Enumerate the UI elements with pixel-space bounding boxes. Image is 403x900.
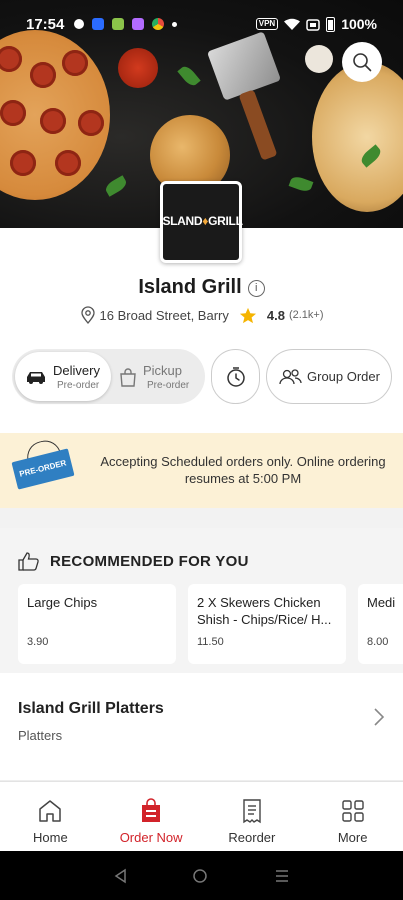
garlic-bread-image [312, 62, 403, 212]
delivery-label: Delivery [53, 362, 100, 378]
nav-order-now[interactable]: Order Now [101, 782, 202, 851]
receipt-icon [243, 799, 261, 824]
group-order-button[interactable]: Group Order [266, 349, 392, 404]
category-title: Island Grill Platters [18, 700, 164, 717]
recents-icon[interactable] [274, 868, 290, 884]
search-button[interactable] [342, 42, 382, 82]
android-icon [112, 18, 125, 30]
address-rating-row: 16 Broad Street, Barry 4.8 (2.1k+) [0, 306, 403, 324]
info-icon[interactable]: i [247, 280, 265, 297]
item-name: Large Chips [27, 595, 98, 610]
nav-reorder[interactable]: Reorder [202, 782, 303, 851]
category-subtitle: Platters [18, 728, 63, 743]
preorder-banner: PRE-ORDER Accepting Scheduled orders onl… [0, 433, 403, 508]
bag-icon [120, 367, 136, 387]
recommended-card[interactable]: Large Chips 3.90 [18, 584, 176, 664]
thumbs-up-icon [18, 552, 39, 571]
car-icon [27, 371, 45, 384]
back-icon[interactable] [113, 868, 127, 884]
timer-icon [226, 366, 245, 387]
recommended-card[interactable]: 2 X Skewers Chicken Shish - Chips/Rice/ … [188, 584, 346, 664]
system-nav-bar [0, 851, 403, 900]
signal-icon [306, 18, 320, 31]
bottom-nav: Home Order Now Reorder More [0, 781, 403, 851]
restaurant-logo: ISLAND♦GRILL [159, 181, 243, 263]
recommended-section: RECOMMENDED FOR YOU Large Chips 3.90 2 X… [0, 528, 403, 673]
banner-message: Accepting Scheduled orders only. Online … [100, 454, 386, 486]
location-pin-icon [80, 306, 95, 324]
item-price: 11.50 [197, 636, 224, 648]
restaurant-address[interactable]: 16 Broad Street, Barry [100, 308, 229, 323]
status-time: 17:54 [26, 15, 65, 33]
vpn-badge: VPN [255, 18, 279, 30]
rating-count: (2.1k+) [288, 309, 324, 321]
status-bar: 17:54 VPN 100% [0, 0, 403, 48]
nav-more[interactable]: More [302, 782, 403, 851]
star-icon [239, 307, 256, 323]
chevron-right-icon [374, 708, 385, 726]
dot-icon [172, 21, 178, 27]
group-icon [279, 368, 302, 384]
app-icon [132, 18, 145, 30]
restaurant-name: Island Grill i [0, 276, 403, 299]
nav-home[interactable]: Home [0, 782, 101, 851]
search-icon [353, 53, 372, 72]
recommended-heading: RECOMMENDED FOR YOU [18, 551, 249, 571]
rating-value: 4.8 [266, 307, 285, 323]
order-mode-toggle: Delivery Pre-order Pickup Pre-order [12, 349, 205, 404]
pickup-sub: Pre-order [147, 379, 190, 391]
group-order-label: Group Order [307, 369, 380, 384]
item-price: 8.00 [367, 636, 389, 648]
order-bag-icon [142, 798, 161, 822]
battery-icon [326, 16, 336, 32]
chrome-icon [152, 18, 165, 30]
item-name: 2 X Skewers Chicken Shish - Chips/Rice/ … [197, 595, 332, 627]
recommended-card[interactable]: Medi 8.00 [358, 584, 403, 664]
item-name: Medi [367, 595, 396, 610]
wifi-icon [284, 18, 301, 30]
category-row[interactable]: Island Grill Platters Platters [0, 673, 403, 781]
battery-percent: 100% [341, 16, 377, 32]
schedule-button[interactable] [211, 349, 260, 404]
app-icon [92, 18, 105, 30]
item-price: 3.90 [27, 636, 49, 648]
delivery-option[interactable]: Delivery Pre-order [15, 352, 111, 401]
home-circle-icon[interactable] [192, 868, 208, 884]
settings-icon [74, 19, 85, 29]
delivery-sub: Pre-order [57, 379, 100, 391]
grid-icon [341, 800, 364, 822]
sauce-bowl-image [118, 48, 158, 88]
pickup-label: Pickup [143, 362, 183, 378]
pickup-option[interactable]: Pickup Pre-order [119, 352, 203, 401]
preorder-tag-icon: PRE-ORDER [11, 448, 75, 490]
home-icon [39, 800, 62, 822]
